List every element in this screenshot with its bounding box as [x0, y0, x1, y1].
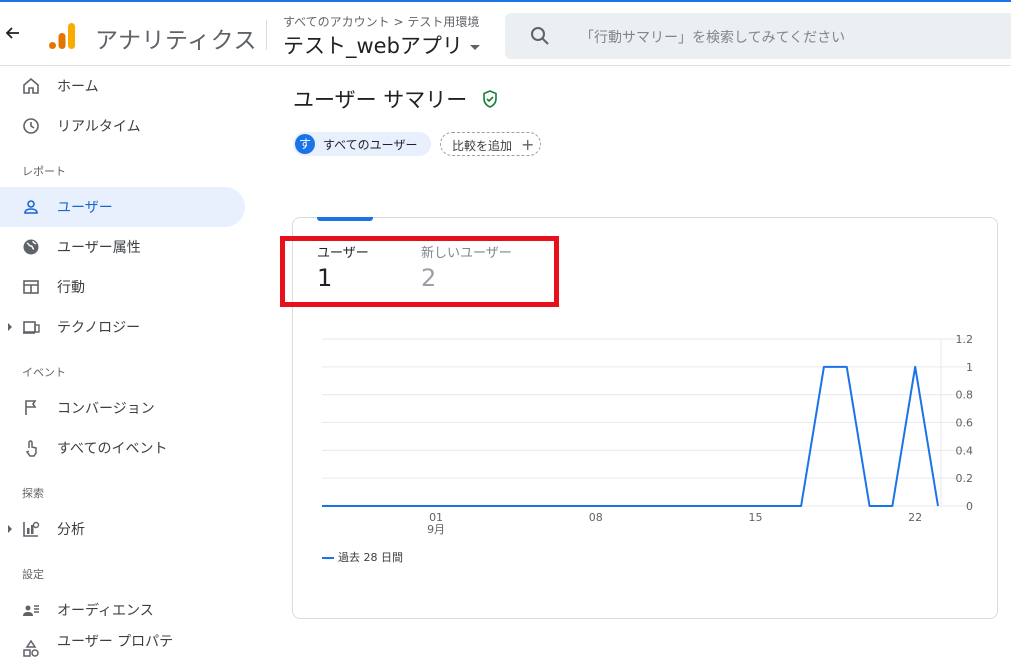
add-comparison-label: 比較を追加 [452, 139, 513, 153]
chevron-down-icon [469, 44, 480, 50]
section-reports: レポート [22, 165, 66, 178]
legend-swatch [322, 557, 334, 559]
series-line [322, 365, 939, 507]
clock-icon [23, 118, 39, 134]
segment-badge: す [295, 134, 315, 154]
expand-arrow-icon[interactable] [8, 323, 12, 331]
page-title: ユーザー サマリー [293, 88, 468, 112]
header-divider [266, 20, 267, 50]
sidebar-item-user-properties[interactable]: ユーザー プロパテ [0, 621, 245, 661]
globe-icon [23, 239, 39, 255]
y-tick-label: 0.2 [956, 472, 974, 485]
chart-legend: 過去 28 日間 [322, 549, 403, 565]
y-tick-label: 0.4 [956, 444, 974, 457]
back-arrow-icon[interactable] [4, 24, 22, 42]
red-highlight-box [280, 236, 559, 307]
shapes-icon [23, 639, 39, 657]
add-comparison-button[interactable]: 比較を追加 + [440, 132, 541, 156]
users-line-chart: 1.210.80.60.40.2001 08 15 229月 [322, 333, 974, 536]
behavior-icon [23, 280, 39, 294]
breadcrumb[interactable]: すべてのアカウント > テスト用環境 [283, 13, 479, 30]
plus-icon: + [521, 135, 535, 154]
y-tick-label: 0.6 [956, 417, 974, 430]
y-tick-label: 1 [966, 361, 973, 374]
sidebar-item-label: 行動 [57, 280, 85, 296]
devices-icon [23, 321, 40, 334]
property-selector[interactable]: テスト_webアプリ [283, 30, 480, 60]
sidebar-item-realtime[interactable]: リアルタイム [0, 106, 245, 146]
sidebar-item-label: ユーザー属性 [57, 240, 141, 256]
analysis-icon [23, 521, 40, 537]
app-name: アナリティクス [95, 28, 257, 54]
x-tick-label: 15 [748, 511, 762, 524]
expand-arrow-icon[interactable] [8, 525, 12, 533]
sidebar-item-label: オーディエンス [57, 603, 154, 619]
y-tick-label: 1.2 [956, 333, 974, 346]
x-tick-label: 08 [589, 511, 603, 524]
section-explore: 探索 [22, 487, 44, 500]
sidebar-item-behavior[interactable]: 行動 [0, 267, 245, 307]
x-tick-label: 22 [908, 511, 922, 524]
sidebar-item-label: ユーザー [57, 200, 113, 216]
section-settings: 設定 [22, 568, 44, 581]
person-icon [24, 200, 38, 214]
x-month-label: 9月 [427, 523, 445, 536]
y-tick-label: 0 [966, 500, 973, 513]
sidebar: ホーム リアルタイム レポート ユーザー ユーザー属性 行動 テクノロジー イベ… [0, 66, 260, 659]
property-name: テスト_webアプリ [283, 34, 463, 58]
sidebar-item-users[interactable]: ユーザー [0, 187, 245, 227]
all-users-chip[interactable]: す すべてのユーザー [293, 132, 431, 156]
flag-icon [25, 400, 37, 415]
search-input[interactable]: 「行動サマリー」を検索してみてください [580, 27, 845, 47]
sidebar-item-label: 分析 [57, 522, 85, 538]
touch-icon [25, 440, 37, 457]
sidebar-item-label: ユーザー プロパテ [57, 634, 174, 650]
sidebar-item-home[interactable]: ホーム [0, 66, 245, 106]
sidebar-item-demographics[interactable]: ユーザー属性 [0, 227, 245, 267]
legend-label: 過去 28 日間 [338, 551, 403, 564]
sidebar-item-label: コンバージョン [57, 401, 155, 417]
sidebar-item-technology[interactable]: テクノロジー [0, 307, 245, 347]
sidebar-item-analysis[interactable]: 分析 [0, 509, 245, 549]
metric-tab-indicator [317, 217, 373, 221]
sidebar-item-conversions[interactable]: コンバージョン [0, 388, 245, 428]
all-users-chip-label: すべてのユーザー [323, 138, 418, 152]
audience-icon [23, 605, 39, 616]
search-bar[interactable]: 「行動サマリー」を検索してみてください [505, 13, 1011, 59]
y-tick-label: 0.8 [956, 389, 974, 402]
sidebar-item-label: テクノロジー [57, 320, 141, 336]
home-icon [23, 77, 39, 94]
search-icon [531, 27, 549, 45]
verified-shield-icon [483, 90, 497, 108]
analytics-logo-icon [49, 23, 75, 49]
sidebar-item-label: すべてのイベント [57, 441, 168, 457]
sidebar-item-label: リアルタイム [57, 119, 141, 135]
sidebar-item-label: ホーム [57, 79, 99, 95]
section-events: イベント [22, 366, 66, 379]
top-bar: アナリティクス すべてのアカウント > テスト用環境 テスト_webアプリ 「行… [0, 0, 1011, 66]
sidebar-item-all-events[interactable]: すべてのイベント [0, 428, 245, 468]
